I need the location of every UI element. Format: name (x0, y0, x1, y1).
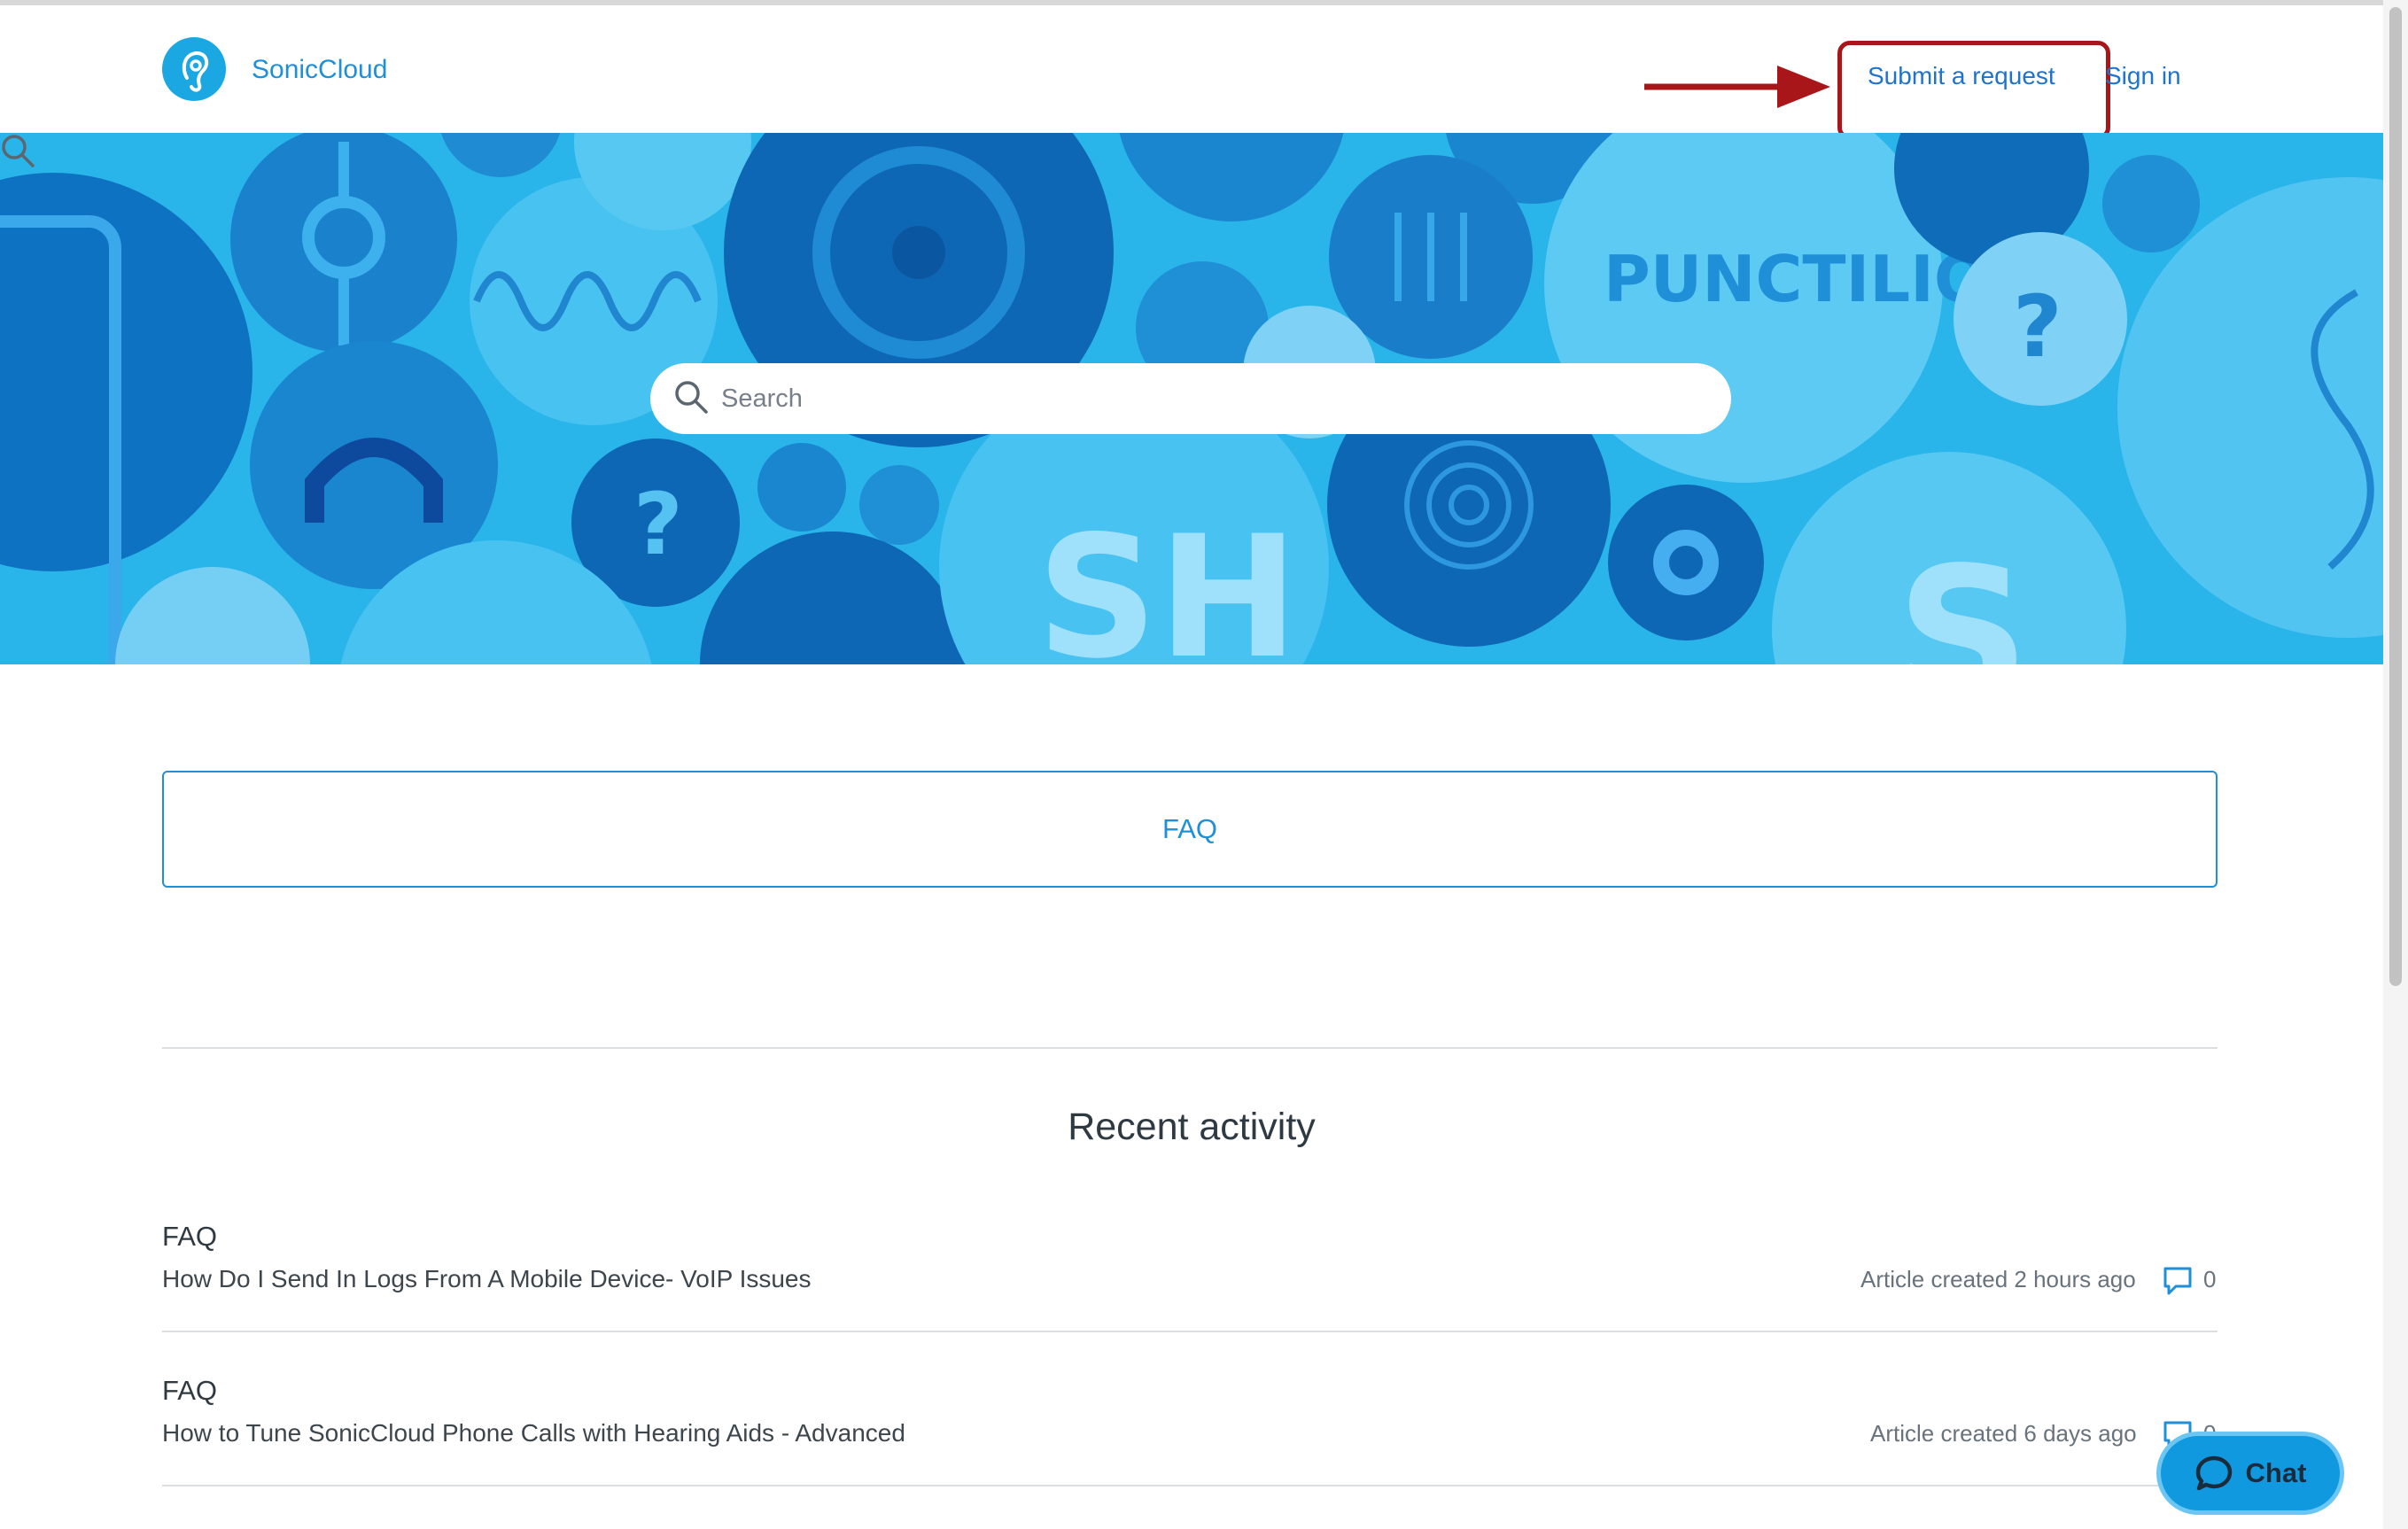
comment-count: 0 (2203, 1266, 2217, 1292)
activity-meta: Article created 6 days ago (1870, 1420, 2137, 1447)
activity-section-link[interactable]: FAQ (162, 1375, 217, 1407)
activity-divider (162, 1331, 2218, 1332)
sign-in-link[interactable]: Sign in (2105, 62, 2181, 90)
annotation-arrow-icon (1644, 66, 1830, 108)
category-card-faq[interactable]: FAQ (162, 771, 2218, 888)
site-header: SonicCloud Submit a request Sign in (0, 5, 2383, 140)
activity-section-link[interactable]: FAQ (162, 1221, 217, 1253)
search-icon (675, 381, 708, 414)
section-divider (162, 1047, 2218, 1049)
scrollbar-thumb[interactable] (2389, 7, 2402, 986)
chat-label: Chat (2245, 1457, 2307, 1488)
annotation-highlight-box (1837, 41, 2110, 140)
comment-icon (2163, 1267, 2192, 1295)
hero-art-text-s: S (1896, 527, 2030, 664)
soniccloud-logo-icon[interactable] (162, 37, 226, 101)
hero-art-text-question: ? (2013, 277, 2062, 376)
activity-meta: Article created 2 hours ago (1860, 1266, 2136, 1292)
recent-activity-title: Recent activity (1068, 1106, 1316, 1148)
hero-art-text-sh: SH (1037, 500, 1299, 664)
activity-article-link[interactable]: How Do I Send In Logs From A Mobile Devi… (162, 1265, 812, 1293)
chat-bubble-icon (2195, 1455, 2232, 1491)
search-icon (2, 135, 35, 167)
submit-request-link[interactable]: Submit a request (1868, 62, 2055, 90)
activity-article-link[interactable]: How to Tune SonicCloud Phone Calls with … (162, 1419, 905, 1448)
brand-name-link[interactable]: SonicCloud (252, 55, 387, 85)
search-input[interactable] (650, 363, 1731, 434)
chat-button[interactable]: Chat (2156, 1432, 2344, 1515)
hero-art-text-question-2: ? (633, 475, 683, 574)
activity-divider (162, 1485, 2218, 1486)
